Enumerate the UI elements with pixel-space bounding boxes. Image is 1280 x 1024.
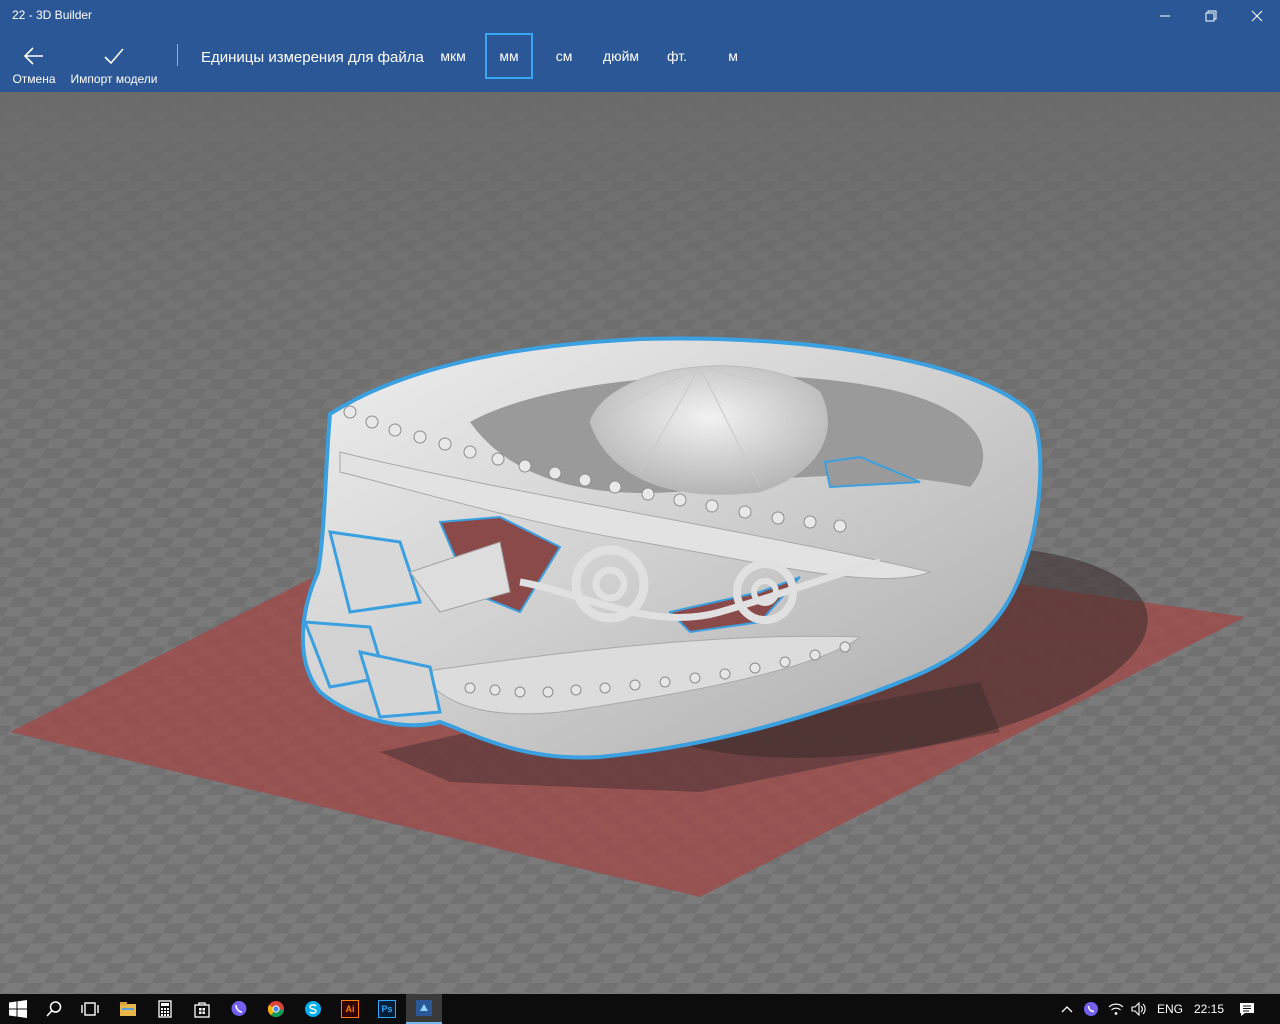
illustrator-icon: Ai bbox=[341, 1000, 359, 1018]
tray-volume[interactable] bbox=[1128, 994, 1150, 1024]
import-model-label: Импорт модели bbox=[70, 72, 158, 86]
start-button[interactable] bbox=[0, 994, 36, 1024]
wifi-icon bbox=[1108, 1003, 1124, 1015]
command-bar: Отмена Импорт модели Единицы измерения д… bbox=[0, 32, 1280, 92]
units-label: Единицы измерения для файла bbox=[201, 49, 424, 66]
speaker-icon bbox=[1131, 1002, 1146, 1016]
calculator-icon bbox=[158, 1000, 172, 1018]
skype-icon bbox=[305, 1001, 321, 1017]
taskbar-photoshop[interactable]: Ps bbox=[369, 994, 405, 1024]
taskbar-calculator[interactable] bbox=[147, 994, 183, 1024]
close-icon bbox=[1251, 10, 1263, 22]
unit-micrometer-button[interactable]: мкм bbox=[430, 33, 476, 79]
taskbar-viber[interactable] bbox=[221, 994, 257, 1024]
action-center-button[interactable] bbox=[1232, 994, 1262, 1024]
title-bar: 22 - 3D Builder bbox=[0, 0, 1280, 32]
minimize-button[interactable] bbox=[1142, 0, 1188, 32]
taskbar-illustrator[interactable]: Ai bbox=[332, 994, 368, 1024]
photoshop-icon: Ps bbox=[378, 1000, 396, 1018]
scene bbox=[0, 92, 1280, 994]
3d-builder-icon bbox=[416, 1000, 432, 1016]
chrome-icon bbox=[267, 1001, 284, 1018]
viber-tray-icon bbox=[1084, 1002, 1098, 1016]
tray-network[interactable] bbox=[1105, 994, 1127, 1024]
back-arrow-icon bbox=[23, 47, 43, 65]
unit-centimeter-button[interactable]: см bbox=[542, 33, 586, 79]
taskbar-3d-builder[interactable] bbox=[406, 994, 442, 1024]
taskbar-file-explorer[interactable] bbox=[110, 994, 146, 1024]
task-view-button[interactable] bbox=[72, 994, 108, 1024]
store-icon bbox=[194, 1002, 210, 1018]
toolbar-separator bbox=[177, 44, 178, 66]
taskbar-chrome[interactable] bbox=[258, 994, 294, 1024]
search-icon bbox=[46, 1001, 62, 1017]
unit-meter-button[interactable]: м bbox=[712, 33, 754, 79]
unit-inch-button[interactable]: дюйм bbox=[594, 33, 648, 79]
cancel-label: Отмена bbox=[12, 72, 56, 86]
task-view-icon bbox=[81, 1002, 99, 1016]
restore-icon bbox=[1205, 10, 1217, 22]
unit-millimeter-button[interactable]: мм bbox=[485, 33, 533, 79]
tray-viber[interactable] bbox=[1080, 994, 1102, 1024]
taskbar-skype[interactable] bbox=[295, 994, 331, 1024]
viber-icon bbox=[231, 1001, 247, 1016]
windows-start-icon bbox=[9, 1000, 27, 1018]
close-button[interactable] bbox=[1234, 0, 1280, 32]
minimize-icon bbox=[1160, 15, 1170, 17]
3d-viewport[interactable] bbox=[0, 92, 1280, 994]
cancel-button[interactable]: Отмена bbox=[10, 32, 58, 92]
checkmark-icon bbox=[104, 48, 124, 65]
import-model-button[interactable]: Импорт модели bbox=[68, 32, 160, 92]
taskbar-store[interactable] bbox=[184, 994, 220, 1024]
window-title: 22 - 3D Builder bbox=[12, 8, 93, 22]
chevron-up-icon bbox=[1061, 1006, 1073, 1013]
search-button[interactable] bbox=[36, 994, 72, 1024]
unit-foot-button[interactable]: фт. bbox=[656, 33, 698, 79]
notifications-icon bbox=[1240, 1002, 1254, 1016]
clock[interactable]: 22:15 bbox=[1194, 994, 1224, 1024]
language-indicator[interactable]: ENG bbox=[1157, 994, 1183, 1024]
restore-button[interactable] bbox=[1188, 0, 1234, 32]
file-explorer-icon bbox=[120, 1002, 136, 1016]
show-hidden-icons-button[interactable] bbox=[1056, 994, 1078, 1024]
taskbar: Ai Ps ENG 22:15 bbox=[0, 994, 1280, 1024]
